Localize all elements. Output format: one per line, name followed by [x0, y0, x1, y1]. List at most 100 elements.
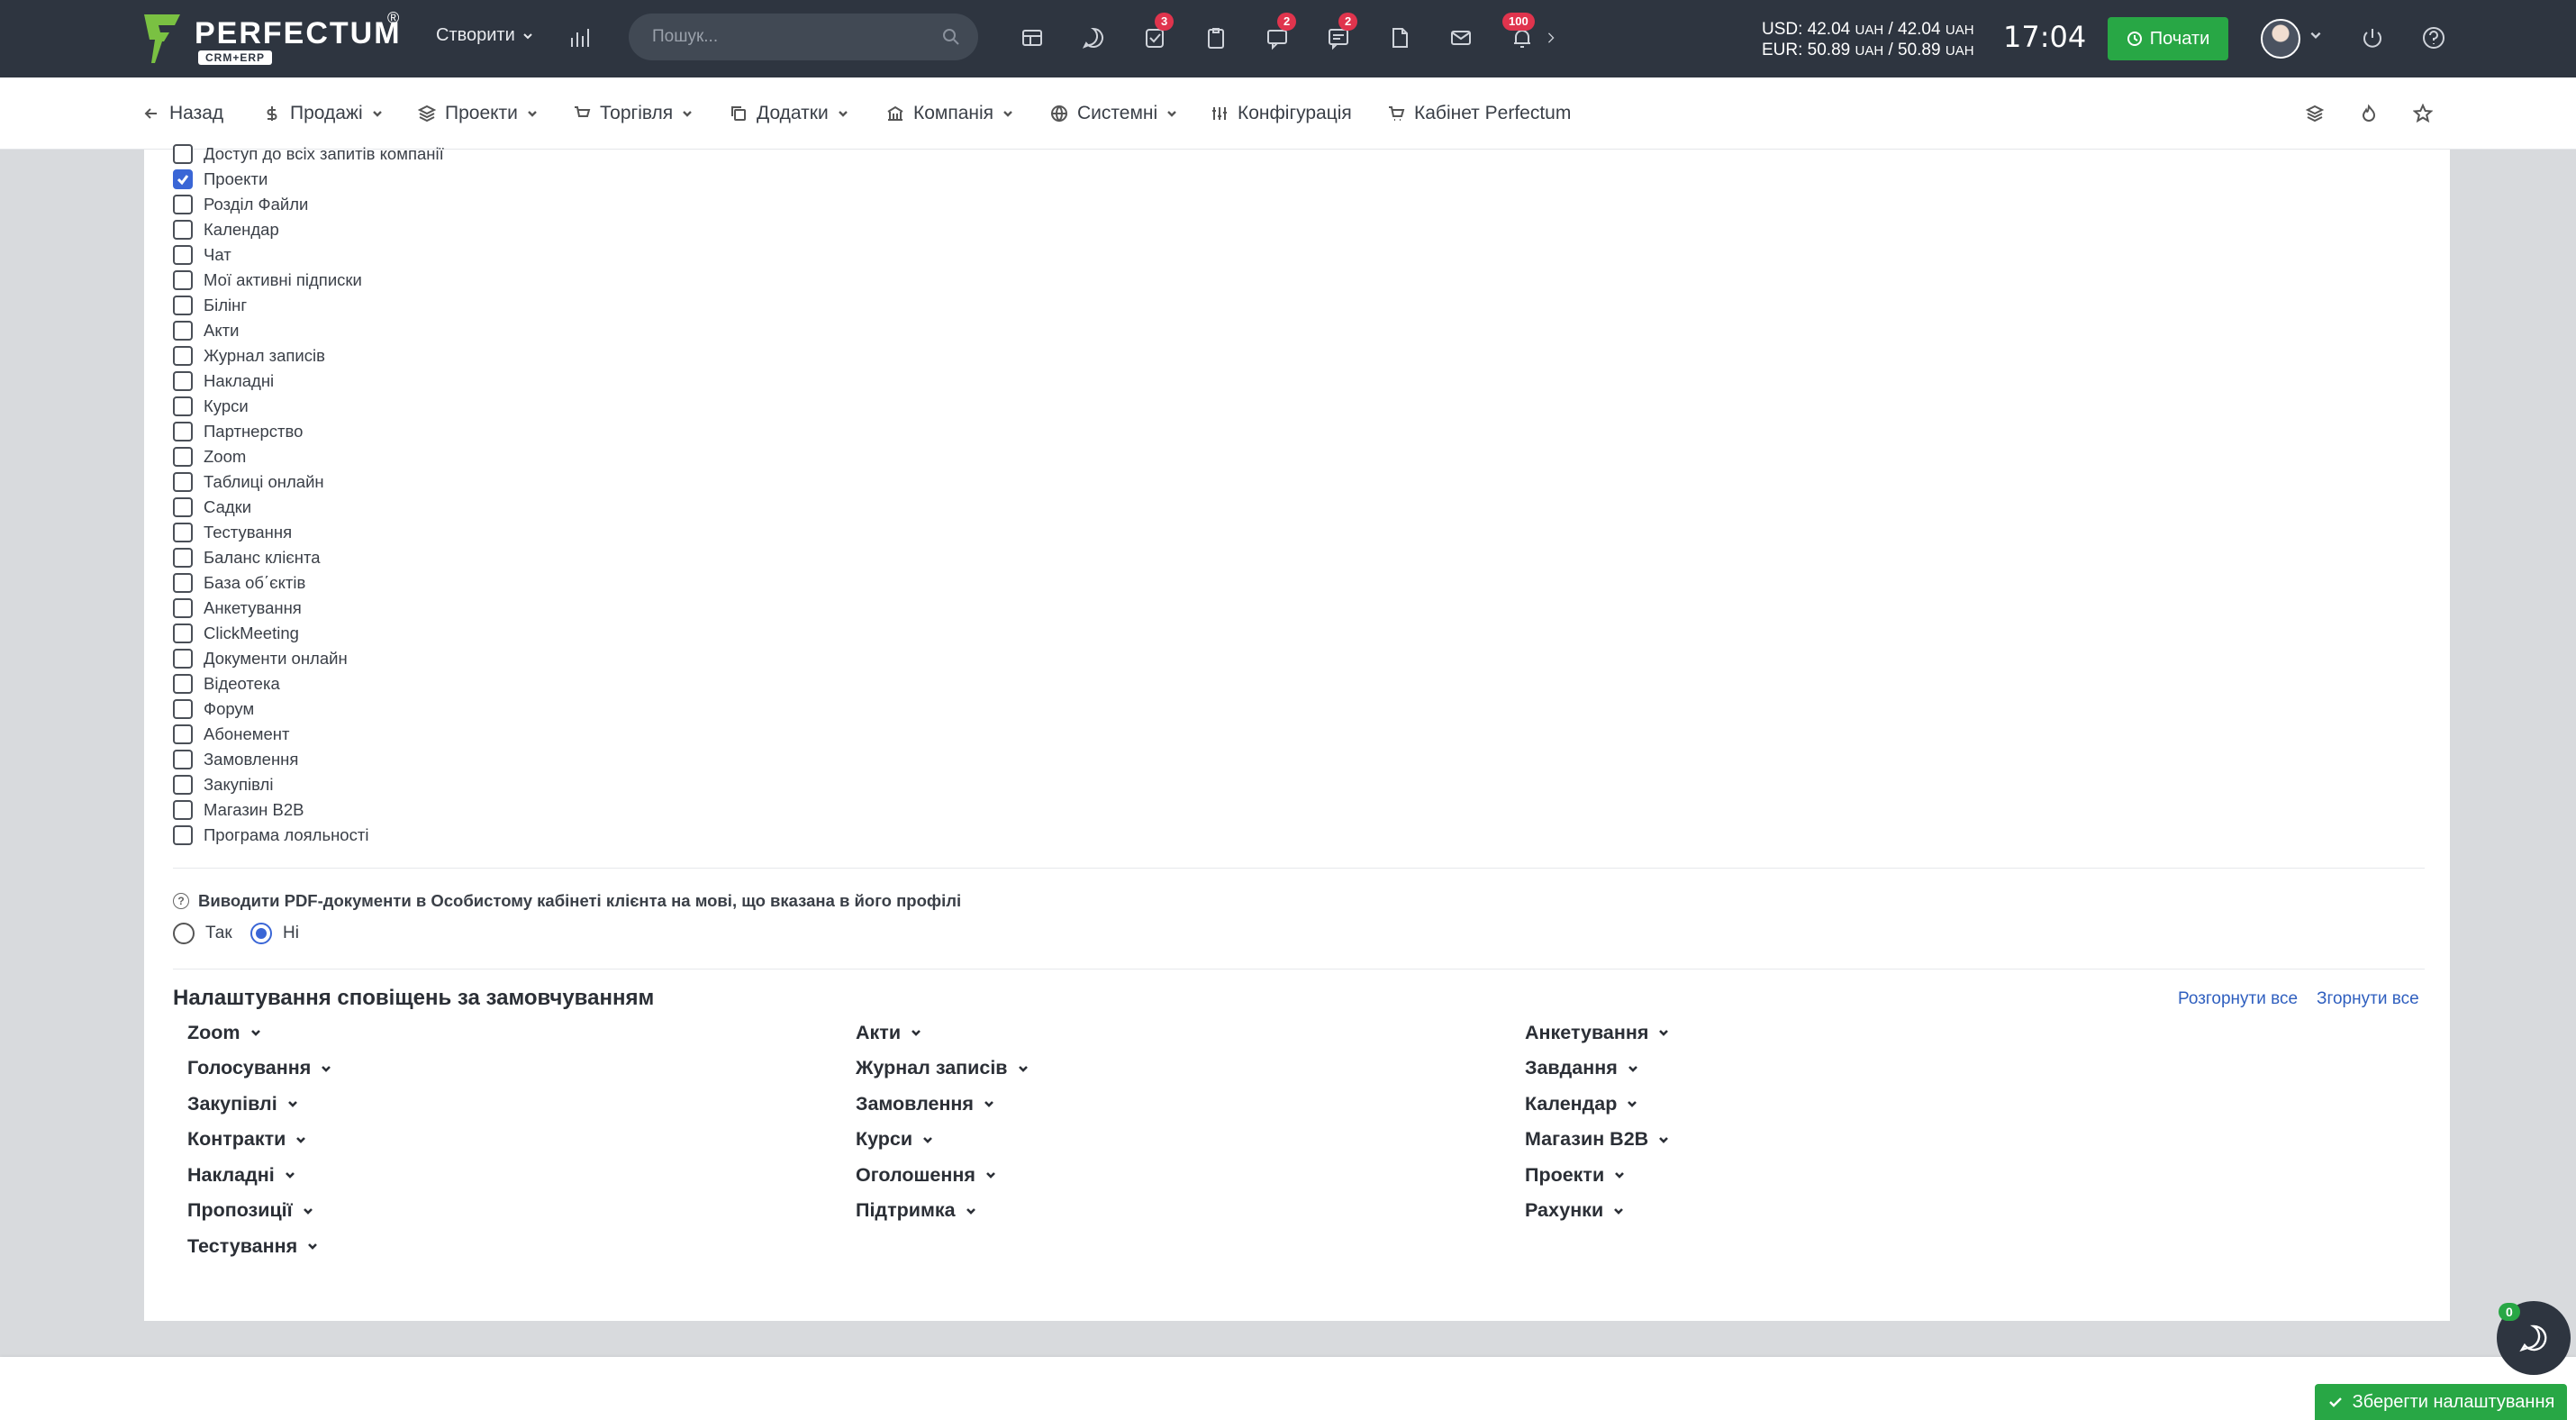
nav-system[interactable]: Системні [1050, 99, 1177, 128]
checkbox[interactable] [173, 624, 193, 643]
notification-group[interactable]: Акти [856, 1018, 922, 1047]
notification-group[interactable]: Оголошення [856, 1161, 997, 1189]
radio-no-circle[interactable] [250, 923, 272, 944]
checkbox[interactable] [173, 144, 193, 164]
notification-group[interactable]: Голосування [187, 1054, 332, 1083]
checkbox[interactable] [173, 497, 193, 517]
flame-icon[interactable] [2354, 99, 2383, 128]
module-checkbox-row[interactable]: Чат [173, 242, 231, 268]
notification-group[interactable]: Закупівлі [187, 1089, 299, 1118]
expand-all-link[interactable]: Розгорнути все [2178, 989, 2298, 1009]
checkbox[interactable] [173, 195, 193, 214]
notification-group[interactable]: Підтримка [856, 1197, 977, 1225]
checkbox[interactable] [173, 169, 193, 189]
tasks-icon[interactable]: 3 [1137, 13, 1175, 56]
checkbox[interactable] [173, 472, 193, 492]
notification-group[interactable]: Рахунки [1525, 1197, 1625, 1225]
chevron-right-icon[interactable] [1540, 20, 1562, 56]
checkbox[interactable] [173, 371, 193, 391]
notification-group[interactable]: Календар [1525, 1089, 1638, 1118]
notification-group[interactable]: Контракти [187, 1125, 307, 1154]
power-icon[interactable] [2354, 20, 2390, 56]
checkbox[interactable] [173, 775, 193, 795]
notifications-bell-icon[interactable]: 100 [1502, 13, 1540, 56]
document-icon[interactable] [1382, 20, 1418, 56]
star-icon[interactable] [2408, 99, 2437, 128]
notification-group[interactable]: Проекти [1525, 1161, 1626, 1189]
checkbox[interactable] [173, 573, 193, 593]
notification-group[interactable]: Пропозиції [187, 1197, 314, 1225]
module-checkbox-row[interactable]: Анкетування [173, 596, 302, 621]
notification-group[interactable]: Магазин B2B [1525, 1125, 1670, 1154]
avatar[interactable] [2261, 19, 2300, 59]
module-checkbox-row[interactable]: Програма лояльності [173, 823, 368, 848]
notification-group[interactable]: Завдання [1525, 1054, 1639, 1083]
module-checkbox-row[interactable]: Розділ Файли [173, 192, 308, 217]
module-checkbox-row[interactable]: Доступ до всіх запитів компанії [173, 141, 444, 167]
checkbox[interactable] [173, 674, 193, 694]
mail-icon[interactable] [1443, 20, 1479, 56]
help-icon[interactable] [2416, 20, 2452, 56]
notification-group[interactable]: Курси [856, 1125, 934, 1154]
module-checkbox-row[interactable]: Замовлення [173, 747, 298, 772]
module-checkbox-row[interactable]: Баланс клієнта [173, 545, 321, 570]
module-checkbox-row[interactable]: Мої активні підписки [173, 268, 362, 293]
create-dropdown[interactable]: Створити [436, 25, 533, 46]
checkbox[interactable] [173, 321, 193, 341]
checkbox[interactable] [173, 396, 193, 416]
checkbox[interactable] [173, 346, 193, 366]
notification-group[interactable]: Накладні [187, 1161, 296, 1189]
nav-back[interactable]: Назад [142, 99, 223, 128]
collapse-all-link[interactable]: Згорнути все [2317, 989, 2419, 1009]
checkbox[interactable] [173, 245, 193, 265]
nav-addons[interactable]: Додатки [730, 99, 848, 128]
nav-company[interactable]: Компанія [886, 99, 1013, 128]
calendar-board-icon[interactable] [1014, 20, 1050, 56]
start-timer-button[interactable]: Почати [2108, 17, 2228, 60]
checkbox[interactable] [173, 649, 193, 669]
checkbox[interactable] [173, 220, 193, 240]
checkbox[interactable] [173, 699, 193, 719]
module-checkbox-row[interactable]: Курси [173, 394, 249, 419]
checkbox[interactable] [173, 523, 193, 542]
checkbox[interactable] [173, 447, 193, 467]
checkbox[interactable] [173, 724, 193, 744]
module-checkbox-row[interactable]: База об΄єктів [173, 570, 305, 596]
module-checkbox-row[interactable]: Журнал записів [173, 343, 325, 369]
perfectum-logo[interactable]: PERFECTUM CRM+ERP ® [142, 9, 413, 67]
search-icon[interactable] [942, 28, 960, 46]
module-checkbox-row[interactable]: Садки [173, 495, 251, 520]
module-checkbox-row[interactable]: ClickMeeting [173, 621, 299, 646]
nav-sales[interactable]: Продажі [263, 99, 383, 128]
notification-group[interactable]: Замовлення [856, 1089, 995, 1118]
nav-cabinet[interactable]: Кабінет Perfectum [1387, 99, 1571, 128]
chat-bubble-icon[interactable] [1075, 20, 1111, 56]
save-settings-button[interactable]: Зберегти налаштування [2315, 1384, 2567, 1420]
notification-group[interactable]: Анкетування [1525, 1018, 1670, 1047]
checkbox[interactable] [173, 800, 193, 820]
module-checkbox-row[interactable]: Таблиці онлайн [173, 469, 324, 495]
nav-trade[interactable]: Торгівля [573, 99, 693, 128]
module-checkbox-row[interactable]: Zoom [173, 444, 246, 469]
module-checkbox-row[interactable]: Абонемент [173, 722, 289, 747]
checkbox[interactable] [173, 825, 193, 845]
module-checkbox-row[interactable]: Документи онлайн [173, 646, 348, 671]
notification-group[interactable]: Тестування [187, 1232, 319, 1261]
chevron-down-icon[interactable] [2309, 29, 2322, 41]
clipboard-icon[interactable] [1198, 20, 1234, 56]
nav-config[interactable]: Конфігурація [1211, 99, 1352, 128]
checkbox[interactable] [173, 548, 193, 568]
checkbox[interactable] [173, 296, 193, 315]
radio-no[interactable]: Ні [250, 923, 299, 944]
module-checkbox-row[interactable]: Акти [173, 318, 239, 343]
module-checkbox-row[interactable]: Магазин B2B [173, 797, 304, 823]
reports-chart-icon[interactable] [562, 20, 598, 56]
module-checkbox-row[interactable]: Календар [173, 217, 279, 242]
module-checkbox-row[interactable]: Накладні [173, 369, 274, 394]
module-checkbox-row[interactable]: Партнерство [173, 419, 303, 444]
checkbox[interactable] [173, 270, 193, 290]
checkbox[interactable] [173, 598, 193, 618]
nav-projects[interactable]: Проекти [418, 99, 538, 128]
module-checkbox-row[interactable]: Білінг [173, 293, 247, 318]
notification-group[interactable]: Zoom [187, 1018, 262, 1047]
